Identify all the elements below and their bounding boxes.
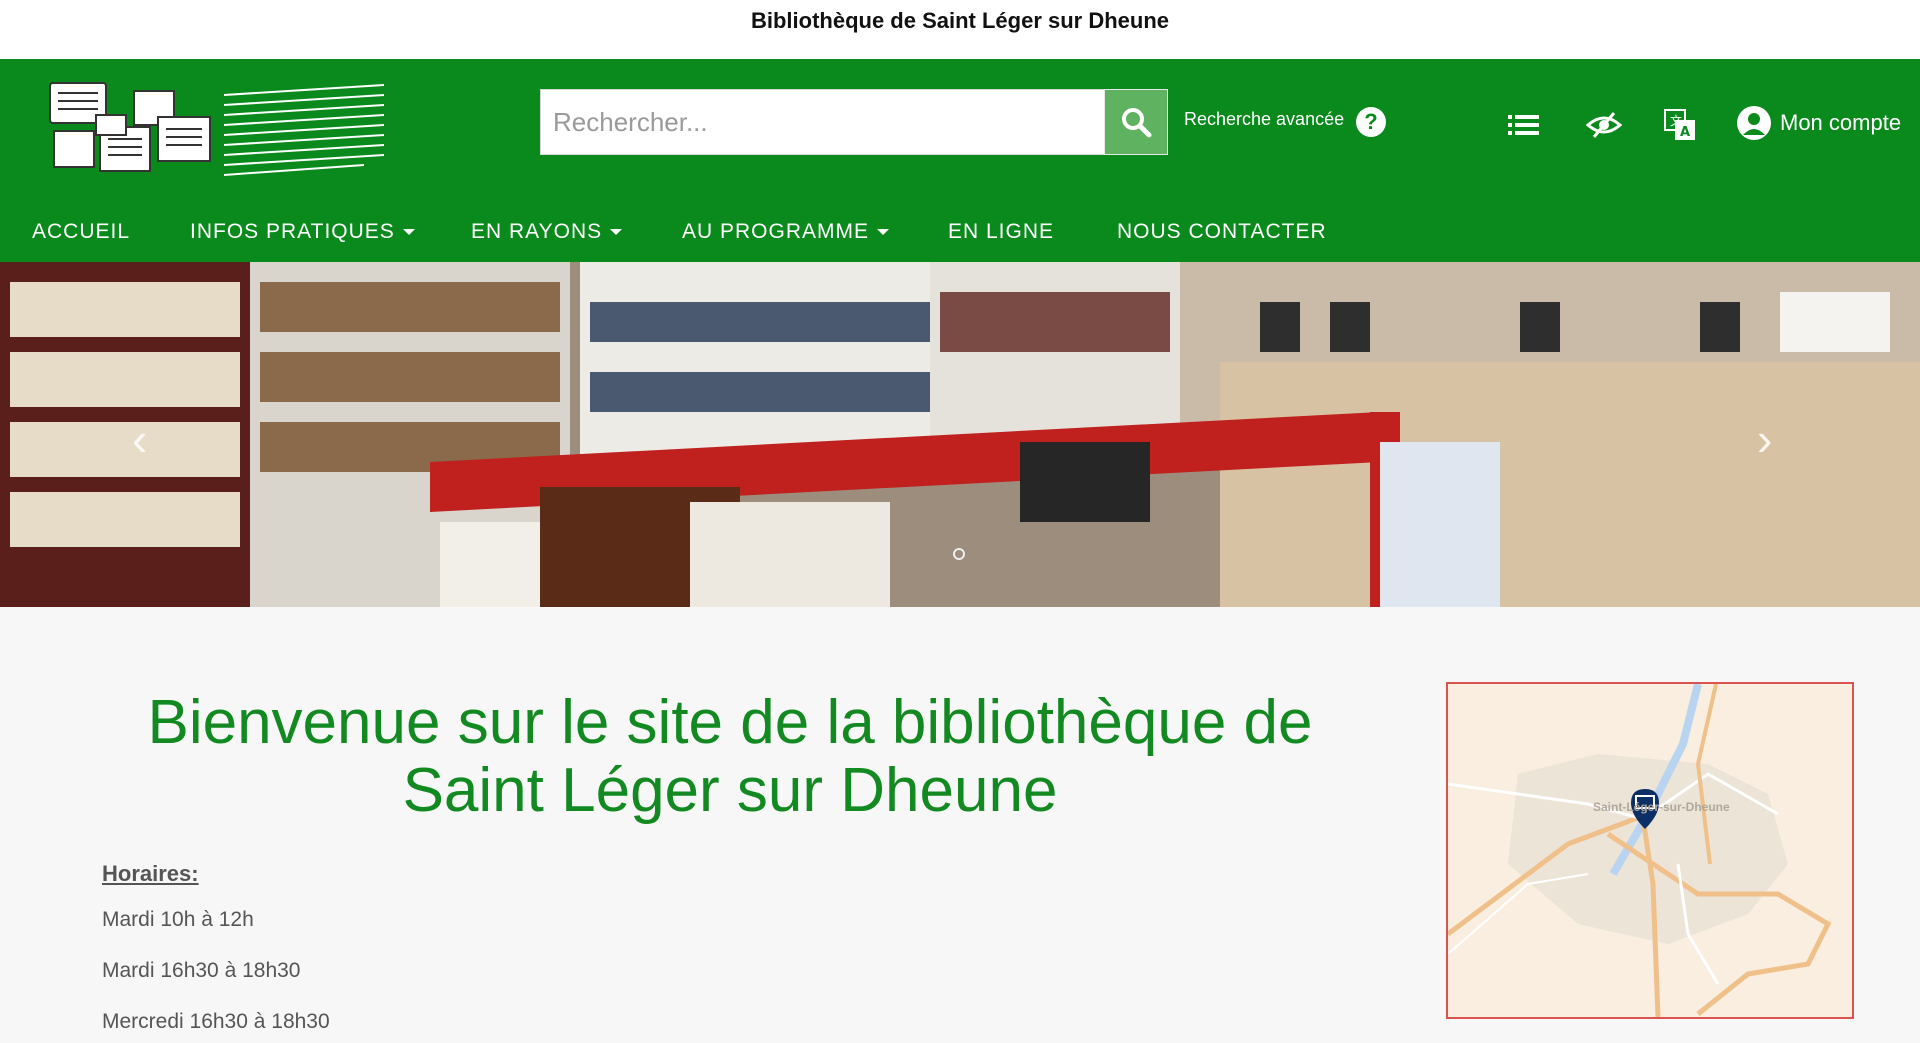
- advanced-search-link[interactable]: Recherche avancée: [1184, 109, 1344, 130]
- nav-item-au-programme[interactable]: AU PROGRAMME: [682, 220, 890, 244]
- nav-item-en-rayons[interactable]: EN RAYONS: [471, 220, 623, 244]
- hours-line: Mercredi 16h30 à 18h30: [102, 1010, 330, 1033]
- nav-item-infos-pratiques[interactable]: INFOS PRATIQUES: [190, 220, 415, 244]
- hours-line: Mardi 10h à 12h: [102, 908, 254, 931]
- nav-item-en-ligne[interactable]: EN LIGNE: [948, 220, 1054, 244]
- svg-text:A: A: [1680, 125, 1690, 140]
- help-icon[interactable]: ?: [1356, 107, 1386, 137]
- search-icon: [1122, 108, 1152, 138]
- account-label: Mon compte: [1780, 110, 1902, 135]
- search-button[interactable]: [1104, 89, 1168, 155]
- hero-carousel: ‹ ›: [0, 262, 1920, 607]
- location-map[interactable]: Saint-Léger-sur-Dheune: [1446, 682, 1854, 1019]
- chevron-down-icon: [402, 229, 415, 236]
- carousel-next-icon[interactable]: ›: [1757, 412, 1772, 466]
- hours-line: Mardi 16h30 à 18h30: [102, 959, 301, 982]
- header: Recherche avancée ? 文 A Mon compte ACCUE…: [0, 59, 1920, 262]
- nav-item-nous-contacter[interactable]: NOUS CONTACTER: [1117, 220, 1327, 244]
- accessibility-eye-icon[interactable]: [1586, 107, 1622, 143]
- hours-heading: Horaires:: [102, 861, 199, 886]
- library-logo[interactable]: [44, 77, 394, 183]
- list-icon[interactable]: [1506, 107, 1542, 143]
- translate-icon[interactable]: 文 A: [1662, 107, 1698, 143]
- search-box: [540, 89, 1105, 155]
- chevron-down-icon: [610, 229, 623, 236]
- main-nav: ACCUEIL INFOS PRATIQUES EN RAYONS AU PRO…: [0, 202, 1920, 262]
- search-input[interactable]: [541, 90, 1104, 154]
- chevron-down-icon: [877, 229, 890, 236]
- user-icon: [1737, 106, 1771, 140]
- welcome-title: Bienvenue sur le site de la bibliothèque…: [147, 688, 1313, 825]
- account-menu[interactable]: Mon compte: [1736, 105, 1901, 141]
- map-graphic: [1448, 684, 1852, 1017]
- site-title-bar: Bibliothèque de Saint Léger sur Dheune: [0, 0, 1920, 59]
- carousel-prev-icon[interactable]: ‹: [132, 412, 147, 466]
- carousel-indicator[interactable]: [953, 548, 965, 560]
- nav-item-accueil[interactable]: ACCUEIL: [32, 220, 130, 244]
- map-town-label: Saint-Léger-sur-Dheune: [1593, 800, 1730, 814]
- site-title: Bibliothèque de Saint Léger sur Dheune: [750, 8, 1170, 33]
